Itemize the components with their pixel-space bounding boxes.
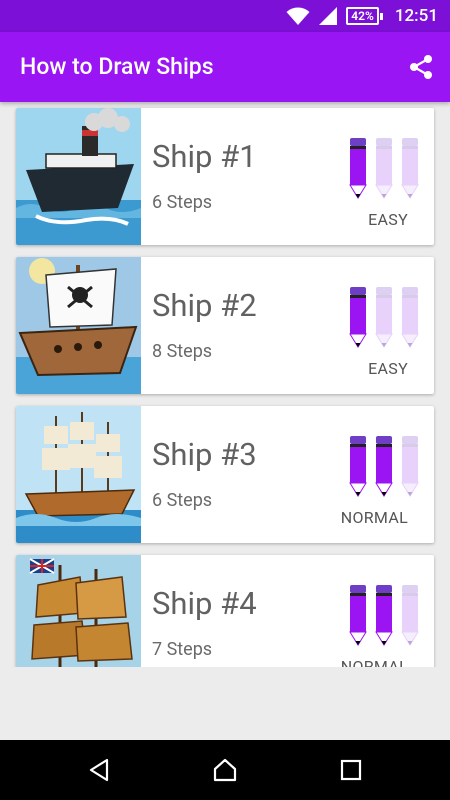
difficulty-label: EASY — [368, 359, 408, 378]
cell-signal-icon — [319, 7, 338, 25]
pencil-filled-icon — [349, 138, 367, 199]
pencil-empty-icon — [375, 287, 393, 348]
difficulty-pencils — [349, 138, 419, 199]
ship-steps: 7 Steps — [152, 639, 213, 660]
difficulty-pencils — [349, 436, 419, 497]
pencil-filled-icon — [349, 436, 367, 497]
back-icon[interactable] — [87, 757, 113, 783]
home-icon[interactable] — [212, 757, 238, 783]
pencil-filled-icon — [375, 436, 393, 497]
ship-card-2[interactable]: Ship #2 8 Steps EASY — [16, 257, 434, 394]
pencil-empty-icon — [401, 287, 419, 348]
difficulty-label: EASY — [368, 210, 408, 229]
ship-list[interactable]: Ship #1 6 Steps EASY Ship #2 8 Steps EAS… — [0, 102, 450, 667]
ship-4-thumbnail — [16, 555, 141, 667]
ship-card-3[interactable]: Ship #3 6 Steps NORMAL — [16, 406, 434, 543]
difficulty-pencils — [349, 585, 419, 646]
difficulty-label: NORMAL — [340, 657, 408, 667]
battery-icon: 42% — [346, 7, 383, 25]
status-time: 12:51 — [394, 6, 438, 26]
battery-level: 42% — [346, 7, 379, 25]
app-title: How to Draw Ships — [20, 53, 214, 80]
ship-title: Ship #3 — [152, 436, 257, 473]
ship-1-thumbnail — [16, 108, 141, 245]
pencil-empty-icon — [375, 138, 393, 199]
ship-steps: 6 Steps — [152, 490, 213, 511]
recents-icon[interactable] — [338, 757, 364, 783]
ship-2-thumbnail — [16, 257, 141, 394]
ship-title: Ship #4 — [152, 585, 257, 622]
pencil-filled-icon — [349, 585, 367, 646]
pencil-empty-icon — [401, 436, 419, 497]
difficulty-pencils — [349, 287, 419, 348]
status-icons: 42% 12:51 — [286, 0, 438, 32]
pencil-empty-icon — [401, 585, 419, 646]
pencil-filled-icon — [375, 585, 393, 646]
difficulty-label: NORMAL — [340, 508, 408, 527]
ship-card-4[interactable]: Ship #4 7 Steps NORMAL — [16, 555, 434, 667]
share-icon[interactable] — [408, 54, 434, 80]
pencil-filled-icon — [349, 287, 367, 348]
ship-3-thumbnail — [16, 406, 141, 543]
pencil-empty-icon — [401, 138, 419, 199]
app-bar: How to Draw Ships — [0, 32, 450, 102]
ship-title: Ship #1 — [152, 138, 257, 175]
ship-card-1[interactable]: Ship #1 6 Steps EASY — [16, 108, 434, 245]
ship-steps: 8 Steps — [152, 341, 213, 362]
ship-steps: 6 Steps — [152, 192, 213, 213]
wifi-icon — [286, 7, 310, 25]
navigation-bar — [0, 740, 450, 800]
status-bar: 42% 12:51 — [0, 0, 450, 32]
ship-title: Ship #2 — [152, 287, 257, 324]
